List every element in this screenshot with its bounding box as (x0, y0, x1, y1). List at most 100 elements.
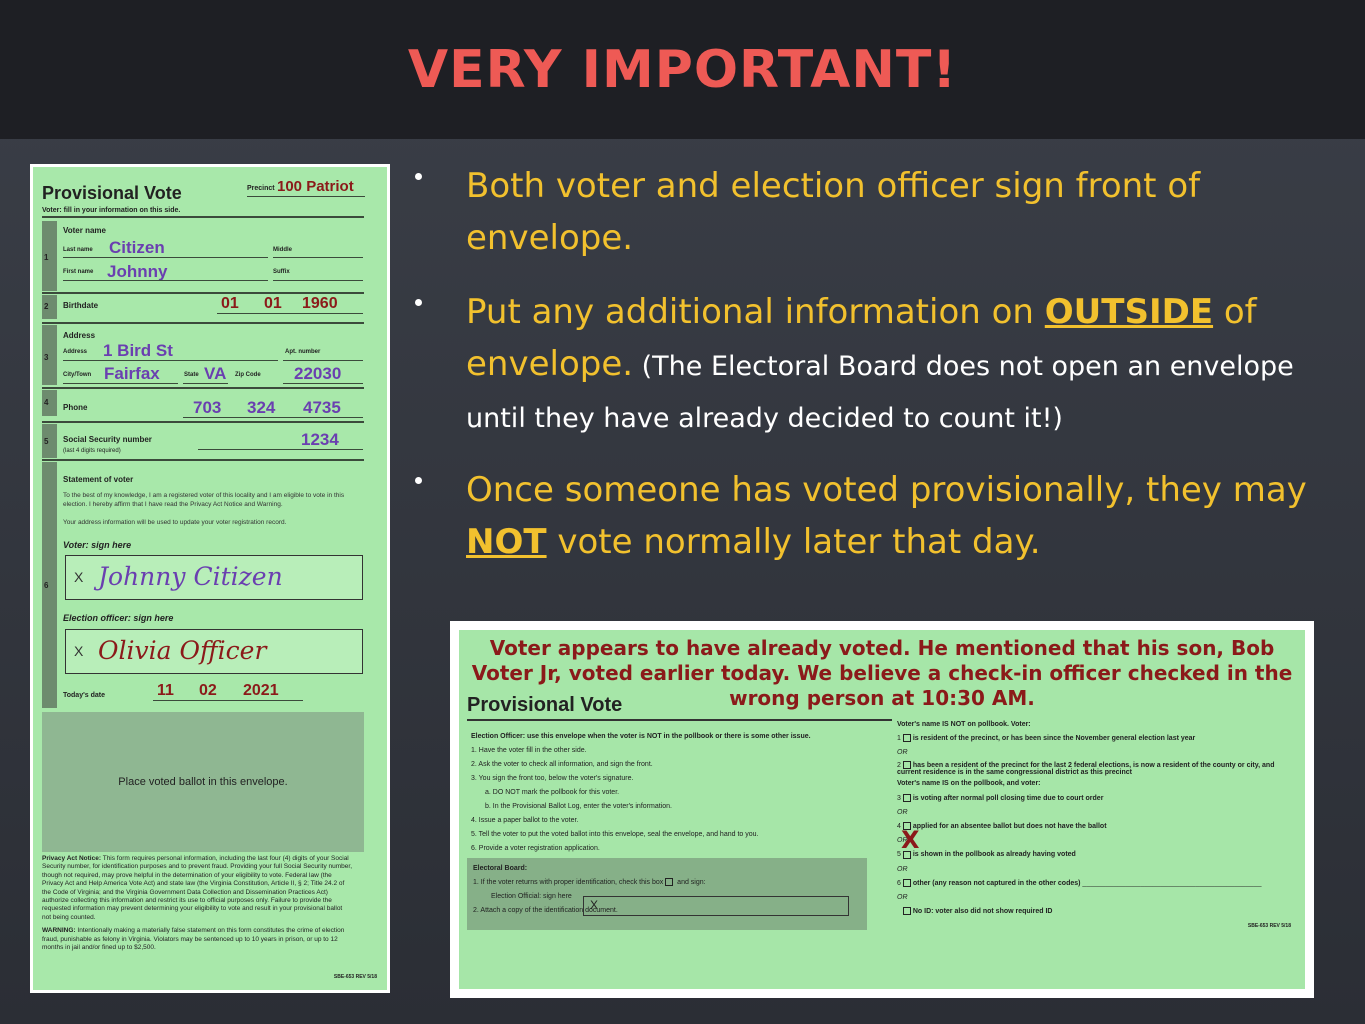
envelope-back: Voter appears to have already voted. He … (459, 630, 1305, 989)
section-number: 3 (44, 353, 49, 362)
sign-x: X (590, 898, 599, 912)
ballot-area: Place voted ballot in this envelope. (42, 712, 364, 852)
divider (42, 322, 364, 324)
state-value: VA (204, 364, 227, 383)
eboard-step: 1. If the voter returns with proper iden… (473, 879, 664, 886)
reason-3: is voting after normal poll closing time… (912, 794, 1104, 802)
not-on-pollbook: Voter's name IS NOT on pollbook. Voter: (897, 721, 1031, 728)
phone-label: Phone (63, 403, 88, 412)
city-label: City/Town (63, 372, 92, 378)
title-bar: VERY IMPORTANT! (0, 0, 1365, 139)
section-number: 5 (44, 437, 49, 446)
precinct-label: Precinct (247, 185, 275, 192)
first-name-value: Johnny (107, 262, 168, 281)
step: 4. Issue a paper ballot to the voter. (471, 817, 579, 824)
voter-name-label: Voter name (63, 226, 106, 235)
first-name-label: First name (63, 269, 94, 275)
checkbox (902, 734, 911, 743)
envelope-subtitle: Voter: fill in your information on this … (42, 207, 181, 214)
suffix-label: Suffix (273, 269, 290, 275)
emphasis-not: NOT (466, 522, 547, 562)
bullet-dot (415, 299, 422, 306)
or-text: OR (897, 749, 908, 757)
voter-signature-box: X Johnny Citizen (65, 555, 363, 600)
reason-noid: No ID: voter also did not show required … (912, 908, 1053, 916)
divider (63, 280, 268, 281)
officer-note: Voter appears to have already voted. He … (471, 636, 1293, 710)
electoral-board-box: Electoral Board: 1. If the voter returns… (467, 858, 867, 930)
ssn-label: Social Security number (63, 435, 152, 444)
form-revision: SBE-653 REV 5/18 (333, 974, 377, 980)
divider (42, 216, 364, 218)
emphasis-outside: OUTSIDE (1044, 292, 1214, 332)
eboard-official: Election Official: sign here (491, 893, 572, 900)
reason-4: applied for an absentee ballot but does … (912, 823, 1107, 831)
ssn-sub-label: (last 4 digits required) (63, 448, 121, 454)
date-month: 11 (157, 682, 174, 699)
date-day: 02 (199, 682, 217, 699)
eboard-signature-box: X (583, 896, 849, 916)
step: 5. Tell the voter to put the voted ballo… (471, 831, 759, 838)
divider (42, 459, 364, 461)
birth-year: 1960 (302, 295, 338, 312)
phone-line: 4735 (303, 398, 341, 417)
officer-sign-label: Election officer: sign here (63, 613, 174, 623)
step: b. In the Provisional Ballot Log, enter … (485, 803, 672, 810)
divider (467, 719, 892, 721)
bullet-item: Once someone has voted provisionally, th… (415, 464, 1335, 568)
warning-label: WARNING: (42, 927, 76, 935)
state-label: State (184, 372, 199, 378)
envelope-front-image: Provisional Vote Voter: fill in your inf… (30, 164, 390, 993)
reason-codes: Voter's name IS NOT on pollbook. Voter: … (897, 721, 1275, 916)
divider (63, 257, 268, 258)
divider (198, 449, 363, 450)
bullet-text: Both voter and election officer sign fro… (466, 166, 1201, 258)
address-value: 1 Bird St (103, 341, 173, 360)
address-sub-label: Address (63, 349, 88, 355)
envelope-front: Provisional Vote Voter: fill in your inf… (33, 167, 387, 990)
bullet-item: Put any additional information on OUTSID… (415, 286, 1335, 442)
divider (273, 257, 363, 258)
step: 1. Have the voter fill in the other side… (471, 747, 587, 754)
officer-signature-box: X Olivia Officer (65, 629, 363, 674)
last-name-label: Last name (63, 247, 93, 253)
reason-1: is resident of the precinct, or has been… (912, 735, 1196, 743)
is-on-pollbook: Voter's name IS on the pollbook, and vot… (897, 780, 1041, 788)
todays-date-label: Today's date (63, 692, 105, 699)
section-number: 4 (44, 398, 49, 407)
or-text: OR (897, 894, 908, 902)
precinct-value: 100 Patriot (277, 178, 354, 195)
divider (63, 383, 178, 384)
bullet-text-part: Put any additional information on (466, 292, 1045, 332)
bullet-dot (415, 477, 422, 484)
envelope-back-image: Voter appears to have already voted. He … (450, 621, 1314, 998)
section-number: 1 (44, 253, 49, 262)
sign-x: X (74, 643, 84, 659)
divider (183, 417, 363, 418)
statement-text: To the best of my knowledge, I am a regi… (63, 492, 345, 508)
bullet-text-part: vote normally later that day. (546, 522, 1041, 562)
apt-label: Apt. number (285, 349, 321, 355)
step: a. DO NOT mark the pollbook for this vot… (485, 789, 620, 796)
divider (42, 421, 364, 423)
instructions-header: Election Officer: use this envelope when… (471, 733, 811, 740)
slide-title: VERY IMPORTANT! (407, 39, 958, 100)
phone-area: 703 (193, 398, 222, 417)
form-revision: SBE-653 REV 5/18 (1247, 923, 1291, 929)
divider (217, 313, 363, 314)
divider (42, 292, 364, 294)
eboard-label: Electoral Board: (473, 865, 528, 872)
reason-6: other (any reason not captured in the ot… (912, 879, 1081, 887)
or-text: OR (897, 865, 908, 873)
birth-day: 01 (264, 295, 282, 312)
section-number: 2 (44, 302, 49, 311)
voter-signature: Johnny Citizen (98, 562, 283, 591)
zip-label: Zip Code (235, 372, 261, 378)
date-year: 2021 (243, 682, 279, 699)
step: 6. Provide a voter registration applicat… (471, 845, 600, 852)
eboard-step-end: and sign: (677, 879, 706, 886)
warning-text: Intentionally making a materially false … (42, 927, 345, 952)
checkmark-x: X (901, 826, 920, 854)
section-number: 6 (44, 581, 49, 590)
ssn-last4: 1234 (301, 430, 339, 449)
